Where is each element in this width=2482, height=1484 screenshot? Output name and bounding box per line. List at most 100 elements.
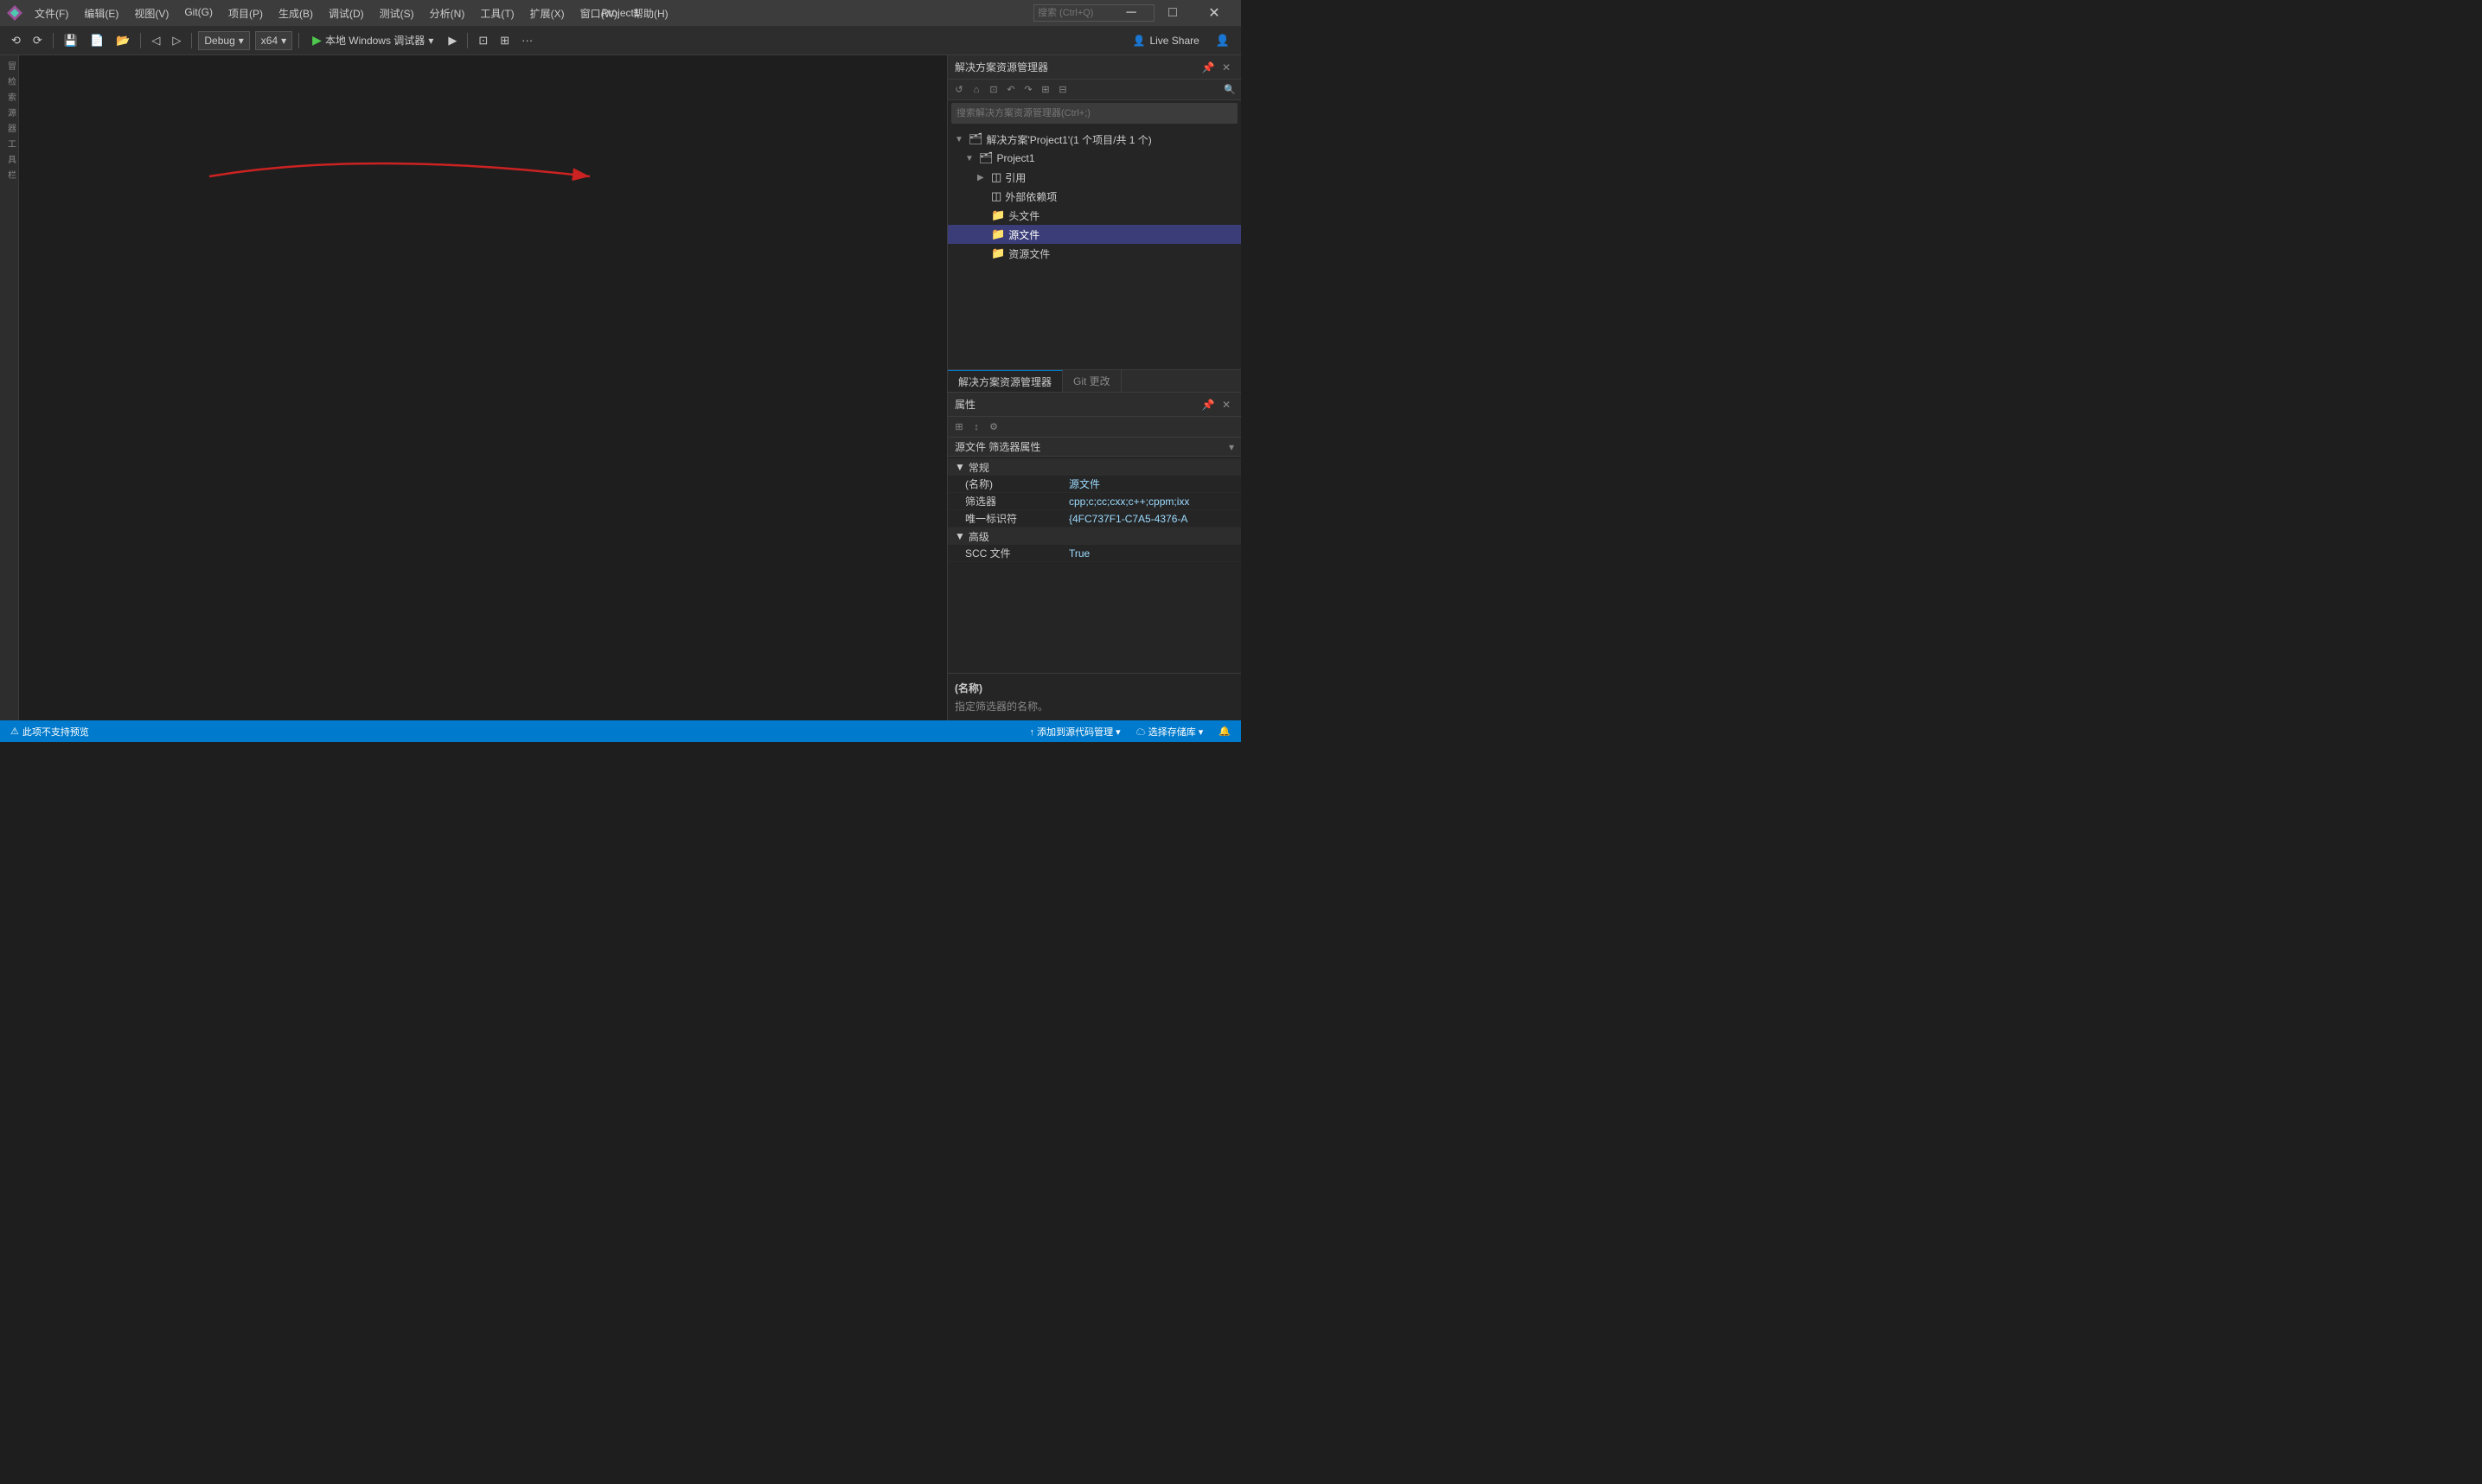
close-button[interactable]: ✕ (1194, 0, 1234, 26)
toolbar-open[interactable]: 📂 (112, 32, 134, 49)
menu-extensions[interactable]: 扩展(X) (523, 4, 572, 22)
props-val-uid: {4FC737F1-C7A5-4376-A (1069, 513, 1234, 525)
tree-project[interactable]: ▼ 🗂 Project1 (948, 149, 1241, 168)
app-logo (7, 5, 22, 21)
play-icon: ▶ (312, 33, 322, 48)
refs-icon: ◫ (991, 170, 1001, 184)
tree-resource-files[interactable]: 📁 资源文件 (948, 244, 1241, 263)
toolbar-forward[interactable]: ▷ (168, 32, 185, 49)
left-icon-2[interactable]: 检 (2, 74, 17, 88)
section-advanced-expand-icon: ▼ (955, 530, 965, 542)
se-tb-btn-search[interactable]: 🔍 (1222, 82, 1238, 98)
menu-view[interactable]: 视图(V) (127, 4, 176, 22)
solution-search-input[interactable] (956, 108, 1232, 118)
status-no-preview[interactable]: ⚠ 此项不支持预览 (7, 725, 93, 739)
props-close-button[interactable]: ✕ (1219, 397, 1234, 413)
se-tb-btn-1[interactable]: ↺ (951, 82, 967, 98)
project-icon: 🗂 (979, 151, 994, 165)
se-tb-btn-2[interactable]: ⌂ (969, 82, 984, 98)
tree-references[interactable]: ▶ ◫ 引用 (948, 168, 1241, 187)
toolbar-undo[interactable]: ⟲ (7, 32, 25, 49)
tree-source-files[interactable]: 📁 源文件 (948, 225, 1241, 244)
props-tb-settings[interactable]: ⚙ (986, 419, 1001, 435)
notification-bell[interactable]: 🔔 (1215, 726, 1234, 737)
main-toolbar: ⟲ ⟳ 💾 📄 📂 ◁ ▷ Debug ▾ x64 ▾ ▶ 本地 Windows… (0, 26, 1241, 55)
solution-explorer-title: 解决方案资源管理器 (955, 60, 1200, 74)
se-tb-btn-6[interactable]: ⊞ (1038, 82, 1053, 98)
props-selector[interactable]: 源文件 筛选器属性 ▾ (948, 438, 1241, 457)
live-share-button[interactable]: 👤 Live Share (1123, 32, 1207, 49)
tab-git-changes[interactable]: Git 更改 (1063, 370, 1122, 392)
debug-config-selector[interactable]: Debug ▾ (198, 31, 249, 50)
menu-analyze[interactable]: 分析(N) (423, 4, 472, 22)
props-section-general[interactable]: ▼ 常规 (948, 458, 1241, 476)
menu-file[interactable]: 文件(F) (28, 4, 75, 22)
add-to-source-control[interactable]: ↑ 添加到源代码管理 ▾ (1027, 725, 1124, 739)
left-icon-7[interactable]: 具 (2, 152, 17, 166)
tree-solution[interactable]: ▼ 🗂 解决方案'Project1'(1 个项目/共 1 个) (948, 130, 1241, 149)
props-key-name: (名称) (965, 477, 1069, 491)
left-icon-3[interactable]: 索 (2, 90, 17, 104)
menu-test[interactable]: 测试(S) (373, 4, 421, 22)
props-val-name: 源文件 (1069, 477, 1234, 491)
solution-search-bar (951, 103, 1238, 124)
props-selector-arrow-icon: ▾ (1229, 441, 1234, 453)
left-icon-8[interactable]: 栏 (2, 168, 17, 182)
props-val-filter: cpp;c;cc;cxx;c++;cppm;ixx (1069, 496, 1234, 508)
panel-pin-button[interactable]: 📌 (1200, 60, 1216, 75)
ext-deps-icon: ◫ (991, 189, 1001, 203)
live-share-label: Live Share (1149, 35, 1199, 47)
props-pin-button[interactable]: 📌 (1200, 397, 1216, 413)
menu-debug[interactable]: 调试(D) (322, 4, 371, 22)
left-icon-1[interactable]: 冒 (2, 59, 17, 73)
props-section-advanced[interactable]: ▼ 高级 (948, 528, 1241, 545)
panel-header-actions: 📌 ✕ (1200, 60, 1234, 75)
main-layout: 冒 检 索 源 器 工 具 栏 解决方案资源管理器 📌 ✕ (0, 55, 1241, 720)
toolbar-dots[interactable]: ··· (517, 32, 537, 48)
toolbar-run-extra[interactable]: ▶ (444, 32, 461, 49)
menu-edit[interactable]: 编辑(E) (77, 4, 125, 22)
props-row-filter: 筛选器 cpp;c;cc;cxx;c++;cppm;ixx (948, 493, 1241, 510)
tree-external-deps[interactable]: ◫ 外部依赖项 (948, 187, 1241, 206)
minimize-button[interactable]: ─ (1111, 0, 1151, 26)
menu-build[interactable]: 生成(B) (272, 4, 320, 22)
toolbar-redo[interactable]: ⟳ (29, 32, 47, 49)
toolbar-back[interactable]: ◁ (147, 32, 164, 49)
section-advanced-label: 高级 (969, 529, 989, 544)
toolbar-user-icon[interactable]: 👤 (1212, 32, 1234, 49)
platform-selector[interactable]: x64 ▾ (255, 31, 292, 50)
run-debugger-button[interactable]: ▶ 本地 Windows 调试器 ▾ (305, 31, 440, 49)
toolbar-new[interactable]: 📄 (86, 32, 108, 49)
props-key-uid: 唯一标识符 (965, 511, 1069, 526)
menu-tools[interactable]: 工具(T) (473, 4, 521, 22)
select-repo[interactable]: ☁ 选择存储库 ▾ (1133, 725, 1207, 739)
props-tb-sort[interactable]: ↕ (969, 419, 984, 435)
tree-header-files[interactable]: 📁 头文件 (948, 206, 1241, 225)
maximize-button[interactable]: □ (1153, 0, 1193, 26)
toolbar-extra2[interactable]: ⊞ (496, 32, 514, 49)
menu-git[interactable]: Git(G) (177, 4, 220, 22)
se-tb-btn-3[interactable]: ⊡ (986, 82, 1001, 98)
props-desc-text: 指定筛选器的名称。 (955, 699, 1234, 713)
platform-label: x64 (261, 35, 278, 47)
se-tb-btn-7[interactable]: ⊟ (1055, 82, 1071, 98)
panel-close-button[interactable]: ✕ (1219, 60, 1234, 75)
left-icon-4[interactable]: 源 (2, 106, 17, 119)
resource-label: 资源文件 (1008, 246, 1241, 261)
toolbar-save[interactable]: 💾 (60, 32, 82, 49)
solution-icon: 🗂 (969, 132, 983, 146)
se-tb-btn-4[interactable]: ↶ (1003, 82, 1019, 98)
ext-deps-label: 外部依赖项 (1005, 189, 1241, 204)
solution-label: 解决方案'Project1'(1 个项目/共 1 个) (987, 132, 1241, 147)
props-row-name: (名称) 源文件 (948, 476, 1241, 493)
props-header-actions: 📌 ✕ (1200, 397, 1234, 413)
debug-config-arrow: ▾ (239, 35, 244, 47)
left-icon-6[interactable]: 工 (2, 137, 17, 150)
se-tb-btn-5[interactable]: ↷ (1020, 82, 1036, 98)
toolbar-extra1[interactable]: ⊡ (474, 32, 492, 49)
props-tb-grid[interactable]: ⊞ (951, 419, 967, 435)
menu-project[interactable]: 项目(P) (221, 4, 270, 22)
search-box[interactable] (1078, 0, 1110, 26)
left-icon-5[interactable]: 器 (2, 121, 17, 135)
tab-solution-explorer[interactable]: 解决方案资源管理器 (948, 370, 1063, 392)
